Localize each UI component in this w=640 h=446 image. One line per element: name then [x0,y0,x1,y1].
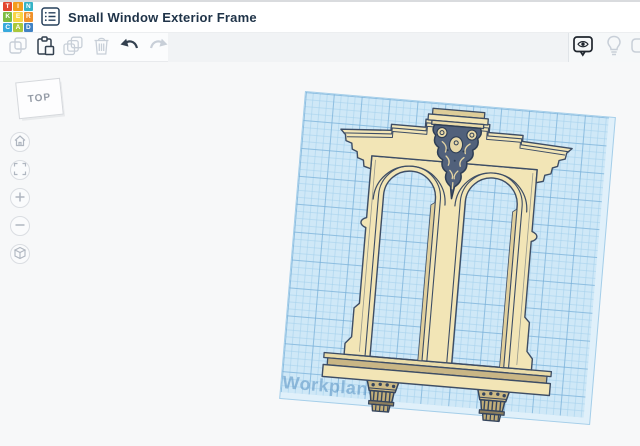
undo-arrow-icon [120,38,140,56]
window-frame-model[interactable] [306,98,583,446]
plus-icon [13,190,27,207]
design-menu-button[interactable] [40,7,60,27]
logo-tile: R [23,12,33,22]
logo-tile: A [13,22,23,32]
viewcube-face-label: TOP [27,91,52,106]
home-view-button[interactable] [10,132,30,152]
paste-button[interactable] [33,35,57,59]
perspective-toggle-button[interactable] [10,244,30,264]
duplicate-button[interactable] [61,35,85,59]
cut-off-button[interactable] [629,35,640,59]
duplicate-icon [63,36,83,59]
perspective-cube-icon [13,246,27,263]
fit-view-button[interactable] [10,160,30,180]
viewcube[interactable]: TOP [15,77,64,120]
logo-tile: K [3,12,13,22]
trash-icon [93,36,110,58]
logo-tile: C [3,22,13,32]
tinkercad-logo[interactable]: T I N K E R C A D [3,2,33,32]
header: T I N K E R C A D Small Window Exterior … [0,2,640,33]
corbel [366,378,400,413]
delete-button[interactable] [89,35,113,59]
toolbar [0,33,640,62]
workplane[interactable]: Workplane [279,91,616,426]
home-icon [13,134,27,151]
minus-icon [13,218,27,235]
logo-tile: I [13,2,23,12]
zoom-in-button[interactable] [10,188,30,208]
list-icon [40,7,60,29]
logo-tile: E [13,12,23,22]
undo-button[interactable] [118,35,142,59]
copy-button[interactable] [6,35,30,59]
logo-tile: N [23,2,33,12]
fit-view-icon [13,162,27,179]
toolbar-mid-panel [168,33,568,62]
show-all-button[interactable] [602,35,626,59]
redo-button[interactable] [146,35,170,59]
redo-arrow-icon [148,38,168,56]
cut-off-icon [630,35,640,60]
lightbulb-icon [605,35,623,59]
copy-icon [9,36,27,58]
zoom-out-button[interactable] [10,216,30,236]
paste-icon [36,35,55,59]
hide-selected-button[interactable] [571,35,595,59]
design-title[interactable]: Small Window Exterior Frame [68,10,257,25]
logo-tile: T [3,2,13,12]
logo-tile: D [23,22,33,32]
eye-bubble-icon [572,35,594,60]
viewport-canvas[interactable]: TOP Workplane [0,63,640,446]
